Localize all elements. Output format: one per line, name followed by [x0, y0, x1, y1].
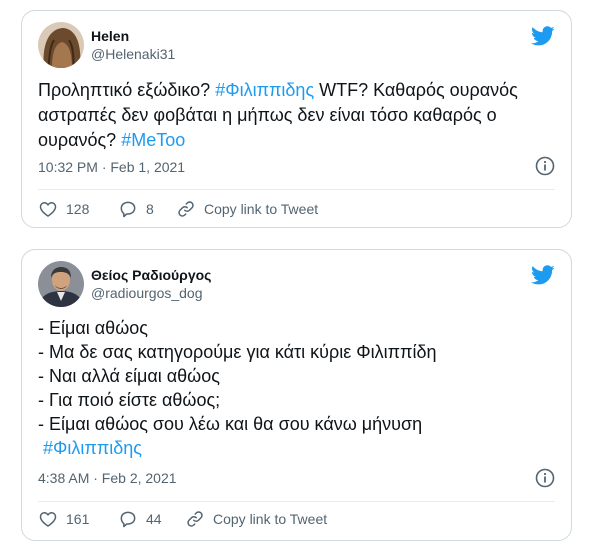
tweet-card-2[interactable]: Θείος Ραδιούργος @radiourgos_dog - Είμαι… — [21, 249, 572, 541]
hashtag-link[interactable]: #Φιλιππιδης — [43, 438, 142, 458]
tweet-line: - Για ποιό είστε αθώος; — [38, 388, 436, 412]
tweet-line: ουρανός? #MeToo — [38, 128, 518, 153]
heart-icon — [39, 201, 57, 218]
tweet-line: - Είμαι αθώος — [38, 316, 436, 340]
like-button[interactable]: 128 — [38, 199, 89, 219]
text-segment: - Για ποιό είστε αθώος; — [38, 390, 221, 410]
twitter-bird-icon[interactable] — [531, 24, 555, 48]
hair-portrait-avatar-icon — [38, 22, 84, 68]
twitter-bird-icon[interactable] — [531, 263, 555, 287]
tweet-actions: 128 8 Copy link to Tweet — [38, 199, 555, 221]
text-segment: ουρανός? — [38, 130, 122, 150]
like-count: 161 — [66, 511, 90, 527]
tweet-line: αστραπές δεν φοβάται η μήπως δεν είναι τ… — [38, 103, 518, 128]
tweet-text: - Είμαι αθώος - Μα δε σας κατηγορούμε γι… — [38, 316, 436, 460]
copy-link-label: Copy link to Tweet — [204, 201, 319, 217]
copy-link-button[interactable]: Copy link to Tweet — [176, 199, 318, 219]
like-count: 128 — [66, 201, 90, 217]
hashtag-link[interactable]: #Φιλιππιδης — [215, 80, 314, 100]
tweet-line: Προληπτικό εξώδικο? #Φιλιππιδης WTF? Καθ… — [38, 78, 518, 103]
text-segment: - Είμαι αθώος — [38, 318, 148, 338]
copy-link-button[interactable]: Copy link to Tweet — [185, 509, 327, 529]
avatar[interactable] — [38, 261, 84, 307]
link-icon — [178, 201, 194, 217]
timestamp[interactable]: 4:38 AM · Feb 2, 2021 — [38, 470, 177, 486]
text-segment: WTF? Καθαρός ουρανός — [314, 80, 518, 100]
text-segment: - Είμαι αθώος σου λέω και θα σου κάνω μή… — [38, 414, 423, 434]
text-segment: αστραπές δεν φοβάται η μήπως δεν είναι τ… — [38, 105, 497, 125]
display-name[interactable]: Θείος Ραδιούργος — [91, 267, 211, 283]
text-segment: Προληπτικό εξώδικο? — [38, 80, 216, 100]
tweet-line: - Είμαι αθώος σου λέω και θα σου κάνω μή… — [38, 412, 436, 436]
reply-button[interactable]: 44 — [118, 509, 162, 529]
reply-bubble-icon — [120, 511, 136, 528]
tweet-actions: 161 44 Copy link to Tweet — [38, 509, 555, 531]
text-segment: - Μα δε σας κατηγορούμε για κάτι κύριε Φ… — [38, 342, 437, 362]
copy-link-label: Copy link to Tweet — [213, 511, 328, 527]
link-icon — [187, 511, 203, 527]
tweet-line: #Φιλιππιδης — [38, 436, 436, 460]
info-icon[interactable] — [535, 156, 555, 176]
info-icon[interactable] — [535, 468, 555, 488]
divider — [38, 189, 555, 190]
text-segment: - Ναι αλλά είμαι αθώος — [38, 366, 220, 386]
divider — [38, 501, 555, 502]
man-portrait-avatar-icon — [38, 261, 84, 307]
tweet-line: - Μα δε σας κατηγορούμε για κάτι κύριε Φ… — [38, 340, 436, 364]
heart-icon — [39, 511, 57, 528]
tweet-line: - Ναι αλλά είμαι αθώος — [38, 364, 436, 388]
display-name[interactable]: Helen — [91, 28, 129, 44]
reply-bubble-icon — [120, 201, 136, 218]
reply-count: 8 — [146, 201, 154, 217]
like-button[interactable]: 161 — [38, 509, 89, 529]
user-handle[interactable]: @radiourgos_dog — [91, 285, 203, 301]
hashtag-link[interactable]: #MeToo — [121, 130, 185, 150]
avatar[interactable] — [38, 22, 84, 68]
reply-count: 44 — [146, 511, 162, 527]
reply-button[interactable]: 8 — [118, 199, 154, 219]
tweet-text: Προληπτικό εξώδικο? #Φιλιππιδης WTF? Καθ… — [38, 78, 518, 153]
timestamp[interactable]: 10:32 PM · Feb 1, 2021 — [38, 159, 185, 175]
tweet-card-1[interactable]: Helen @Helenaki31 Προληπτικό εξώδικο? #Φ… — [21, 10, 572, 228]
user-handle[interactable]: @Helenaki31 — [91, 46, 175, 62]
